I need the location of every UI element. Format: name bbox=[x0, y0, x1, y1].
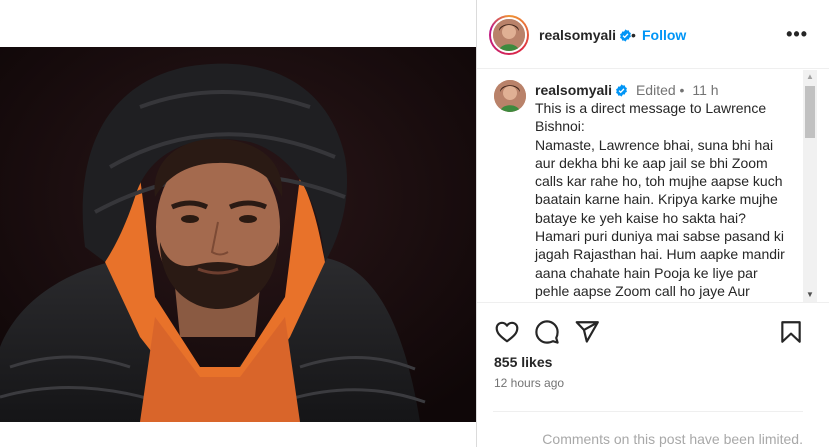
caption-timestamp[interactable]: 11 h bbox=[692, 82, 718, 98]
post-timestamp[interactable]: 12 hours ago bbox=[494, 376, 564, 390]
like-count[interactable]: 855 likes bbox=[494, 354, 552, 370]
avatar-portrait bbox=[494, 80, 526, 112]
bookmark-icon[interactable] bbox=[778, 319, 804, 345]
scrollbar-thumb[interactable] bbox=[805, 86, 815, 138]
post-media-pane bbox=[0, 0, 476, 447]
caption-author-username[interactable]: realsomyali bbox=[535, 82, 612, 98]
post-side-panel: realsomyali • Follow ••• realsomyali Edi… bbox=[476, 0, 829, 447]
caption-text: This is a direct message to Lawrence Bis… bbox=[535, 99, 789, 300]
caption-scrollbar[interactable]: ▲ ▼ bbox=[803, 70, 817, 302]
heart-icon[interactable] bbox=[494, 319, 520, 345]
post-actions: 855 likes 12 hours ago bbox=[477, 302, 829, 412]
caption-author-avatar[interactable] bbox=[494, 80, 526, 112]
post-author-username[interactable]: realsomyali bbox=[539, 27, 632, 43]
scroll-up-arrow-icon[interactable]: ▲ bbox=[803, 72, 817, 82]
header-separator: • bbox=[631, 27, 636, 43]
edited-label: Edited • bbox=[635, 82, 685, 98]
comments-limited-notice: Comments on this post have been limited. bbox=[493, 411, 803, 447]
avatar-image bbox=[491, 17, 527, 53]
caption-scroll-area[interactable]: realsomyali Edited • 11 h This is a dire… bbox=[477, 70, 829, 302]
post-photo[interactable] bbox=[0, 47, 476, 422]
media-top-margin bbox=[0, 0, 476, 47]
profile-avatar-with-story-ring[interactable] bbox=[489, 15, 529, 55]
caption-meta: realsomyali Edited • 11 h bbox=[535, 81, 719, 99]
portrait-illustration bbox=[0, 47, 476, 422]
caption-line: Namaste, Lawrence bhai, suna bhi hai aur… bbox=[535, 136, 785, 299]
caption-line: This is a direct message to Lawrence Bis… bbox=[535, 100, 767, 135]
verified-badge-icon bbox=[616, 84, 628, 97]
more-options-button[interactable]: ••• bbox=[786, 24, 808, 45]
comment-bubble-icon[interactable] bbox=[534, 319, 560, 345]
paper-plane-icon[interactable] bbox=[574, 319, 600, 345]
avatar-portrait bbox=[493, 19, 525, 51]
scroll-down-arrow-icon[interactable]: ▼ bbox=[803, 290, 817, 300]
username-text: realsomyali bbox=[539, 27, 617, 43]
follow-button[interactable]: Follow bbox=[642, 27, 686, 43]
post-header: realsomyali • Follow ••• bbox=[477, 0, 829, 69]
